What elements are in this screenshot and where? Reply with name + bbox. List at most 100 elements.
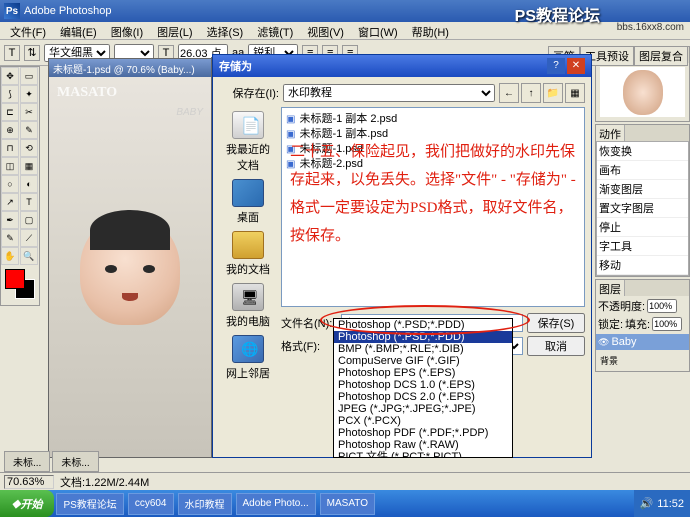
dialog-titlebar[interactable]: 存储为 ? ✕: [213, 55, 591, 77]
right-panels: 色直方图 动作 恢变换 画布 渐变图层 置文字图层 停止 字工具 移动 图层 不…: [595, 46, 690, 372]
foreground-color[interactable]: [5, 269, 25, 289]
marquee-tool[interactable]: ▭: [20, 67, 38, 85]
brush-tool[interactable]: ✎: [20, 121, 38, 139]
notes-tool[interactable]: ✎: [1, 229, 19, 247]
format-option[interactable]: JPEG (*.JPG;*.JPEG;*.JPE): [334, 403, 512, 415]
action-item[interactable]: 停止: [597, 218, 688, 237]
file-item[interactable]: 未标题-1 副本 2.psd: [286, 112, 580, 127]
zoom-value[interactable]: 70.63%: [4, 475, 54, 489]
menu-filter[interactable]: 滤镜(T): [251, 22, 299, 39]
place-network[interactable]: 网上邻居: [223, 335, 273, 381]
format-option[interactable]: CompuServe GIF (*.GIF): [334, 355, 512, 367]
heal-tool[interactable]: ⊕: [1, 121, 19, 139]
format-option[interactable]: Photoshop EPS (*.EPS): [334, 367, 512, 379]
format-dropdown-list[interactable]: Photoshop (*.PSD;*.PDD) Photoshop (*.PSD…: [333, 318, 513, 458]
format-option[interactable]: Photoshop (*.PSD;*.PDD): [334, 319, 512, 331]
task-item[interactable]: 水印教程: [178, 493, 232, 515]
doc-tab[interactable]: 未标...: [52, 451, 98, 472]
dialog-close-button[interactable]: ✕: [567, 58, 585, 74]
format-option[interactable]: Photoshop Raw (*.RAW): [334, 439, 512, 451]
toolbox: ✥▭ ⟆✦ ⊏✂ ⊕✎ ⊓⟲ ◫▦ ○◐ ↗T ✒▢ ✎⟋ ✋🔍: [0, 66, 40, 306]
wand-tool[interactable]: ✦: [20, 85, 38, 103]
color-swatches[interactable]: [1, 265, 39, 305]
file-list-area[interactable]: 未标题-1 副本 2.psd 未标题-1 副本.psd 未标题-1.psd 未标…: [281, 107, 585, 307]
pen-tool[interactable]: ✒: [1, 211, 19, 229]
format-option[interactable]: BMP (*.BMP;*.RLE;*.DIB): [334, 343, 512, 355]
lasso-tool[interactable]: ⟆: [1, 85, 19, 103]
task-item[interactable]: ccy604: [128, 493, 174, 515]
orientation-icon[interactable]: ⇅: [24, 45, 40, 61]
history-brush-tool[interactable]: ⟲: [20, 139, 38, 157]
action-item[interactable]: 渐变图层: [597, 180, 688, 199]
format-option[interactable]: Photoshop DCS 2.0 (*.EPS): [334, 391, 512, 403]
format-option[interactable]: Photoshop DCS 1.0 (*.EPS): [334, 379, 512, 391]
newfolder-icon[interactable]: 📁: [543, 83, 563, 103]
place-desktop[interactable]: 桌面: [223, 179, 273, 225]
menu-edit[interactable]: 编辑(E): [54, 22, 103, 39]
blur-tool[interactable]: ○: [1, 175, 19, 193]
stamp-tool[interactable]: ⊓: [1, 139, 19, 157]
action-item[interactable]: 画布: [597, 161, 688, 180]
move-tool[interactable]: ✥: [1, 67, 19, 85]
format-option[interactable]: Photoshop PDF (*.PDF;*.PDP): [334, 427, 512, 439]
action-item[interactable]: 字工具: [597, 237, 688, 256]
places-bar: 我最近的文档 桌面 我的文档 我的电脑 网上邻居: [219, 107, 277, 385]
back-icon[interactable]: ←: [499, 83, 519, 103]
document-titlebar[interactable]: 未标题-1.psd @ 70.6% (Baby...): [49, 59, 211, 77]
system-tray[interactable]: 🔊 11:52: [634, 490, 690, 517]
viewmenu-icon[interactable]: ▦: [565, 83, 585, 103]
opacity-input[interactable]: [647, 299, 677, 313]
doc-tab[interactable]: 未标...: [4, 451, 50, 472]
task-item[interactable]: PS教程论坛: [56, 493, 123, 515]
document-tabs: 未标... 未标...: [4, 451, 99, 472]
save-in-select[interactable]: 水印教程: [283, 84, 495, 102]
eraser-tool[interactable]: ◫: [1, 157, 19, 175]
menu-layer[interactable]: 图层(L): [151, 22, 198, 39]
menu-image[interactable]: 图像(I): [105, 22, 149, 39]
shape-tool[interactable]: ▢: [20, 211, 38, 229]
watermark-text: PS教程论坛: [515, 2, 600, 26]
format-option[interactable]: PICT 文件 (*.PCT;*.PICT): [334, 451, 512, 458]
place-recent[interactable]: 我最近的文档: [223, 111, 273, 173]
menu-view[interactable]: 视图(V): [301, 22, 350, 39]
eyedropper-tool[interactable]: ⟋: [20, 229, 38, 247]
tray-icon[interactable]: 🔊: [640, 497, 654, 510]
cancel-button[interactable]: 取消: [527, 336, 585, 356]
action-item[interactable]: 恢变换: [597, 142, 688, 161]
hand-tool[interactable]: ✋: [1, 247, 19, 265]
zoom-tool[interactable]: 🔍: [20, 247, 38, 265]
navigator-preview[interactable]: [600, 67, 685, 117]
tab-layers[interactable]: 图层: [596, 280, 625, 296]
menu-file[interactable]: 文件(F): [4, 22, 52, 39]
up-icon[interactable]: ↑: [521, 83, 541, 103]
format-option-selected[interactable]: Photoshop (*.PSD;*.PDD): [334, 331, 512, 343]
menu-window[interactable]: 窗口(W): [352, 22, 404, 39]
slice-tool[interactable]: ✂: [20, 103, 38, 121]
tab-layer-comps[interactable]: 图层复合: [634, 46, 688, 66]
type-tool-icon[interactable]: T: [4, 45, 20, 61]
menu-help[interactable]: 帮助(H): [406, 22, 455, 39]
path-tool[interactable]: ↗: [1, 193, 19, 211]
dialog-help-button[interactable]: ?: [547, 58, 565, 74]
dodge-tool[interactable]: ◐: [20, 175, 38, 193]
task-item[interactable]: MASATO: [320, 493, 375, 515]
place-mydocs[interactable]: 我的文档: [223, 231, 273, 277]
task-item[interactable]: Adobe Photo...: [236, 493, 316, 515]
action-item[interactable]: 移动: [597, 256, 688, 275]
save-button[interactable]: 保存(S): [527, 313, 585, 333]
format-option[interactable]: PCX (*.PCX): [334, 415, 512, 427]
action-item[interactable]: 置文字图层: [597, 199, 688, 218]
document-canvas[interactable]: MASATO BABY: [49, 77, 211, 457]
actions-list[interactable]: 恢变换 画布 渐变图层 置文字图层 停止 字工具 移动: [596, 141, 689, 276]
place-mycomputer[interactable]: 我的电脑: [223, 283, 273, 329]
fill-input[interactable]: [652, 317, 682, 331]
photo-content: MASATO BABY: [49, 77, 211, 457]
layer-baby[interactable]: 👁 Baby: [596, 334, 689, 350]
gradient-tool[interactable]: ▦: [20, 157, 38, 175]
menu-select[interactable]: 选择(S): [201, 22, 250, 39]
type-tool[interactable]: T: [20, 193, 38, 211]
tab-actions[interactable]: 动作: [596, 125, 625, 141]
layer-background[interactable]: 背景: [596, 350, 689, 371]
start-button[interactable]: ◆ 开始: [0, 490, 54, 517]
crop-tool[interactable]: ⊏: [1, 103, 19, 121]
